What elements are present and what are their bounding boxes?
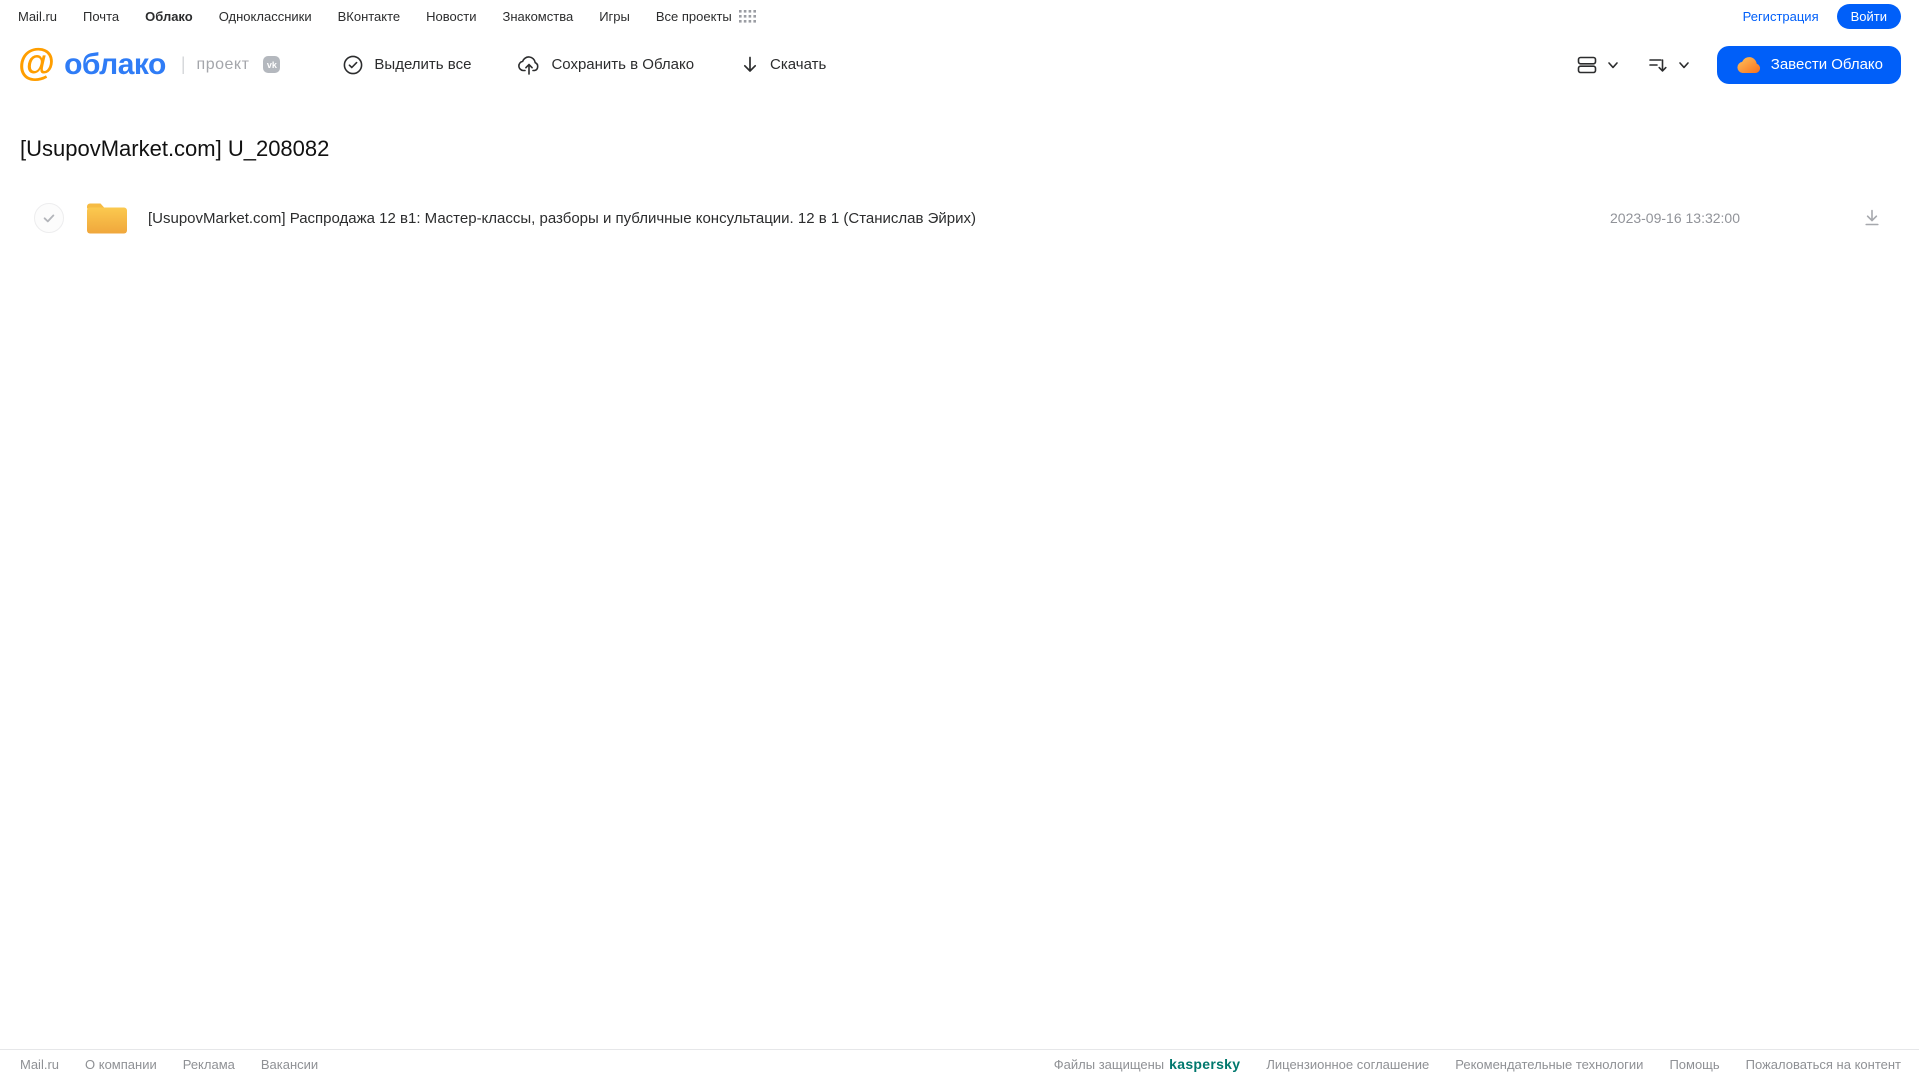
view-controls: Завести Облако [1575,45,1901,84]
sort-icon [1646,53,1670,77]
checkmark-icon [43,214,55,223]
file-row[interactable]: [UsupovMarket.com] Распродажа 12 в1: Мас… [0,196,1919,240]
download-arrow-icon [740,54,760,76]
nav-item-cloud[interactable]: Облако [145,9,193,24]
registration-link[interactable]: Регистрация [1743,9,1819,24]
logo-project-label: проект [196,55,250,73]
login-button[interactable]: Войти [1836,4,1901,29]
file-download-icon[interactable] [1862,208,1882,228]
nav-item-all-projects[interactable]: Все проекты [656,9,756,24]
footer-right-links: Файлы защищены kaspersky Лицензионное со… [1054,1056,1901,1072]
nav-item-dating[interactable]: Знакомства [502,9,573,24]
nav-item-news[interactable]: Новости [426,9,476,24]
footer-link-license[interactable]: Лицензионное соглашение [1266,1057,1429,1072]
file-checkbox[interactable] [34,203,64,233]
footer-link-mailru[interactable]: Mail.ru [20,1057,59,1072]
cloud-public-page: Mail.ru Почта Облако Одноклассники ВКонт… [0,0,1919,1079]
list-view-icon [1575,53,1599,77]
kaspersky-logo[interactable]: kaspersky [1169,1056,1240,1072]
portal-links: Mail.ru Почта Облако Одноклассники ВКонт… [18,9,756,24]
nav-item-vkontakte[interactable]: ВКонтакте [338,9,401,24]
cloud-upload-icon [517,54,541,76]
logo-text: облако [64,47,166,81]
select-all-label: Выделить все [374,56,472,73]
logo-divider: | [180,54,186,74]
nav-item-games[interactable]: Игры [599,9,630,24]
portal-navbar: Mail.ru Почта Облако Одноклассники ВКонт… [0,0,1919,33]
protected-label: Файлы защищены [1053,1056,1165,1072]
cloud-header: @ облако | проект vk Выделить все Сохран… [0,33,1919,96]
chevron-down-icon [1677,58,1691,72]
check-circle-icon [342,54,364,76]
file-date: 2023-09-16 13:32:00 [1610,210,1740,226]
chevron-down-icon [1606,58,1620,72]
view-mode-dropdown[interactable] [1575,53,1620,77]
orange-cloud-icon [1735,55,1761,75]
apps-grid-icon [738,10,756,23]
file-toolbar: Выделить все Сохранить в Облако Скачать [342,54,826,76]
footer-link-help[interactable]: Помощь [1669,1057,1719,1072]
auth-controls: Регистрация Войти [1743,4,1901,29]
download-label: Скачать [770,56,827,73]
folder-icon [84,199,130,237]
all-projects-label: Все проекты [655,9,732,24]
nav-item-mail[interactable]: Почта [83,9,119,24]
file-name[interactable]: [UsupovMarket.com] Распродажа 12 в1: Мас… [148,210,976,227]
page-title: [UsupovMarket.com] U_208082 [20,136,330,161]
save-to-cloud-label: Сохранить в Облако [551,56,695,73]
footer-left-links: Mail.ru О компании Реклама Вакансии [20,1057,318,1072]
get-cloud-label: Завести Облако [1770,56,1883,73]
cloud-logo[interactable]: @ облако | проект vk [18,42,281,84]
footer: Mail.ru О компании Реклама Вакансии Файл… [0,1049,1919,1079]
footer-link-recommendations[interactable]: Рекомендательные технологии [1455,1057,1643,1072]
get-cloud-button[interactable]: Завести Облако [1716,45,1901,84]
kaspersky-protection: Файлы защищены kaspersky [1054,1056,1241,1072]
footer-link-jobs[interactable]: Вакансии [261,1057,318,1072]
sort-dropdown[interactable] [1646,53,1691,77]
save-to-cloud-button[interactable]: Сохранить в Облако [517,54,694,76]
nav-item-mailru[interactable]: Mail.ru [18,9,57,24]
footer-link-ads[interactable]: Реклама [183,1057,235,1072]
vk-badge-icon: vk [263,56,281,73]
main-content: [UsupovMarket.com] U_208082 [UsupovMarke… [0,136,1919,240]
mailru-at-icon: @ [18,42,56,84]
footer-link-about[interactable]: О компании [85,1057,157,1072]
select-all-button[interactable]: Выделить все [342,54,471,76]
footer-link-report[interactable]: Пожаловаться на контент [1746,1057,1901,1072]
download-button[interactable]: Скачать [740,54,826,76]
nav-item-odnoklassniki[interactable]: Одноклассники [219,9,312,24]
